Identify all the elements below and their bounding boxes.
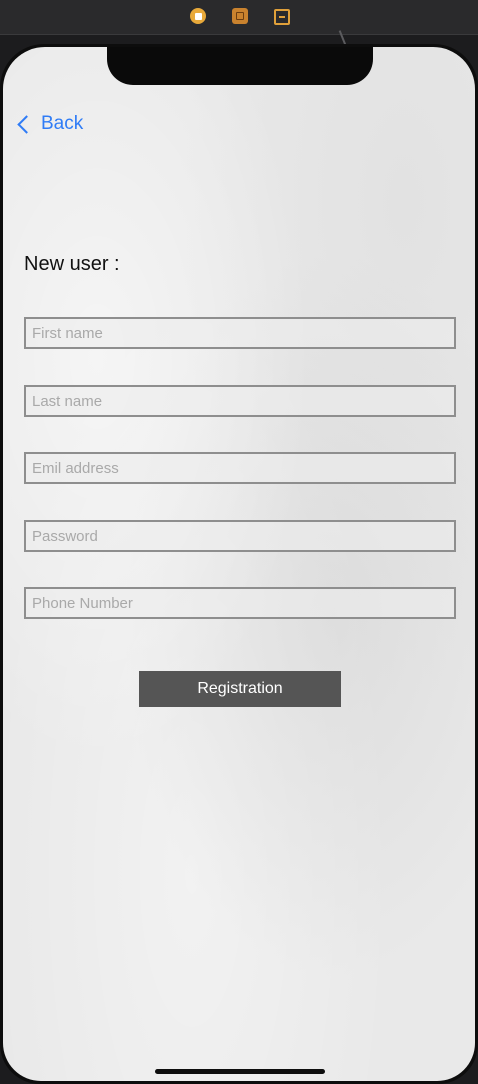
debug-toolbar	[0, 0, 478, 35]
back-button[interactable]: Back	[15, 113, 83, 135]
screen: Back New user : Registration	[3, 47, 475, 1081]
phone-number-field[interactable]	[26, 589, 454, 617]
phone-field-box	[24, 587, 456, 619]
registration-button[interactable]: Registration	[139, 671, 341, 707]
page-title: New user :	[24, 253, 120, 275]
home-indicator	[155, 1069, 325, 1074]
stop-icon[interactable]	[190, 8, 206, 24]
email-field[interactable]	[26, 454, 454, 482]
box-icon[interactable]	[232, 8, 248, 24]
chevron-left-icon	[17, 114, 36, 134]
first-name-field[interactable]	[26, 319, 454, 347]
first-name-field-box	[24, 317, 456, 349]
last-name-field-box	[24, 385, 456, 417]
password-field-box	[24, 520, 456, 552]
notch	[107, 47, 373, 85]
password-field[interactable]	[26, 522, 454, 550]
last-name-field[interactable]	[26, 387, 454, 415]
back-label: Back	[41, 113, 84, 134]
device-frame: Back New user : Registration	[0, 44, 478, 1084]
exit-icon[interactable]	[274, 9, 290, 25]
email-field-box	[24, 452, 456, 484]
